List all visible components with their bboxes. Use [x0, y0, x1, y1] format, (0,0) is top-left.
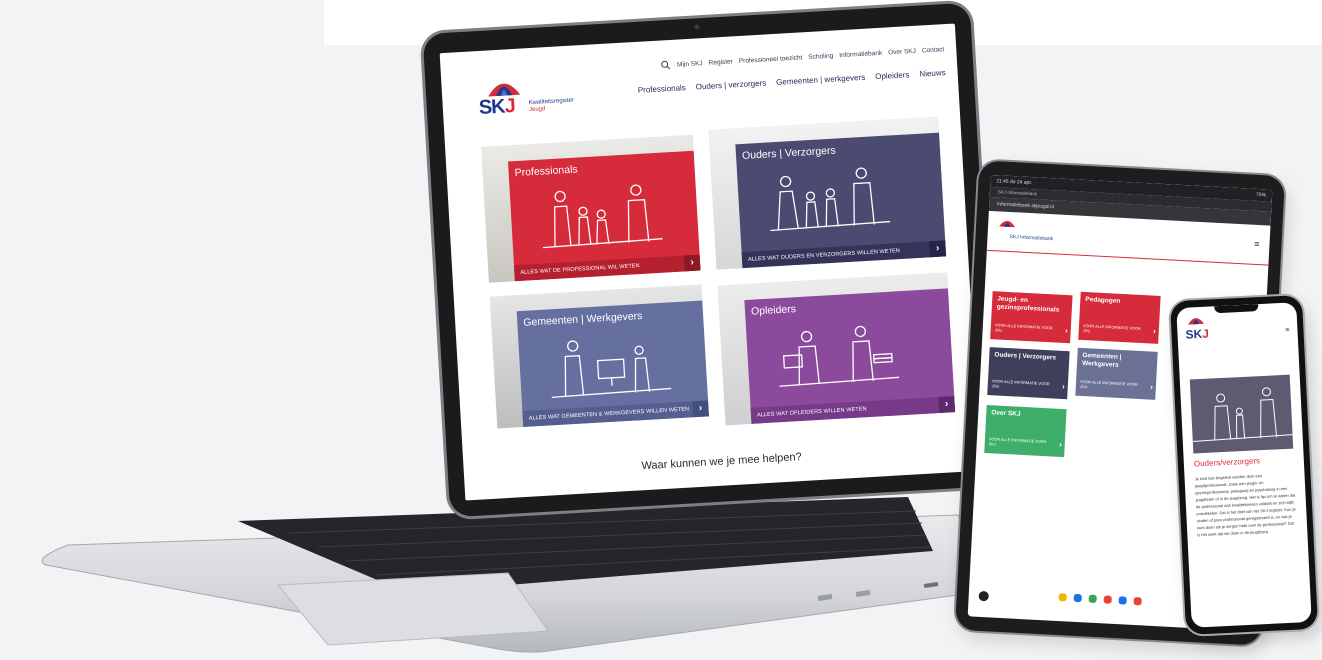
- tile-link[interactable]: ALLES WAT DE PROFESSIONAL WIL WETEN: [513, 254, 701, 282]
- chevron-right-icon[interactable]: ›: [692, 400, 709, 418]
- utility-link-scholing[interactable]: Scholing: [808, 52, 833, 60]
- logo-letters: SK: [1185, 326, 1203, 342]
- tablet-card-over-skj[interactable]: Over SKJ VOOR ALLE INFORMATIE OVER SKJ ›: [984, 405, 1067, 458]
- app-icon[interactable]: [1058, 593, 1067, 602]
- logo-letter-j: J: [1201, 326, 1210, 341]
- umbrella-icon: [999, 220, 1016, 228]
- chevron-right-icon[interactable]: ›: [938, 396, 956, 414]
- tablet-card-gemeenten[interactable]: Gemeenten | Werkgevers VOOR ALLE INFORMA…: [1075, 347, 1158, 400]
- nav-item-ouders[interactable]: Ouders | verzorgers: [695, 78, 766, 91]
- card-link: VOOR ALLE INFORMATIE OVER SKJ: [988, 437, 1047, 447]
- nav-item-nieuws[interactable]: Nieuws: [919, 68, 946, 78]
- hamburger-menu-icon[interactable]: ≡: [1254, 239, 1260, 249]
- app-icon[interactable]: [1073, 593, 1082, 603]
- card-link: VOOR ALLE INFORMATIE VOOR JOU: [994, 323, 1053, 333]
- tile-ouders[interactable]: Ouders | Verzorgers ALLES WAT OUDERS EN …: [708, 116, 947, 270]
- tile-title: Professionals: [514, 163, 578, 180]
- family-illustration: [1192, 387, 1293, 442]
- app-icon[interactable]: [1133, 596, 1142, 606]
- laptop-camera: [694, 24, 700, 30]
- phone-logo[interactable]: SKJ: [1185, 318, 1210, 344]
- promo-stage: SKJ Kwaliteitsregister Jeugd Mijn SKJ Re…: [0, 0, 1322, 660]
- office-illustration: [551, 340, 672, 398]
- chevron-right-icon: ›: [1061, 381, 1066, 392]
- card-title: Gemeenten | Werkgevers: [1081, 351, 1122, 369]
- umbrella-icon: [1188, 318, 1205, 325]
- family-illustration: [770, 167, 891, 232]
- chevron-right-icon: ›: [1149, 382, 1154, 392]
- hamburger-menu-icon[interactable]: ≡: [1285, 327, 1289, 334]
- nav-item-opleiders[interactable]: Opleiders: [875, 70, 910, 81]
- tile-professionals[interactable]: Professionals ALLES WAT DE PROFESSIONAL …: [481, 134, 701, 283]
- phone-device: SKJ ≡ Ouders/verzorgers Je kind kan bege…: [1169, 294, 1319, 636]
- tablet-card-pedagogen[interactable]: Pedagogen VOOR ALLE INFORMATIE VOOR JOU …: [1078, 291, 1161, 344]
- app-icon[interactable]: [1118, 596, 1127, 605]
- logo-letters: SK: [478, 95, 506, 120]
- tile-color-panel: Ouders | Verzorgers ALLES WAT OUDERS EN …: [735, 132, 947, 269]
- status-battery: 75%: [1255, 191, 1267, 199]
- app-dock: [1058, 593, 1142, 606]
- logo-letter-j: J: [503, 95, 516, 118]
- card-title: Pedagogen: [1085, 296, 1121, 305]
- utility-link-over-skj[interactable]: Over SKJ: [888, 47, 916, 56]
- phone-page-title: Ouders/verzorgers: [1193, 456, 1261, 469]
- tile-link[interactable]: ALLES WAT OPLEIDERS WILLEN WETEN: [750, 396, 956, 424]
- tablet-card-ouders[interactable]: Ouders | Verzorgers VOOR ALLE INFORMATIE…: [987, 347, 1070, 400]
- laptop-screen: SKJ Kwaliteitsregister Jeugd Mijn SKJ Re…: [439, 23, 981, 501]
- search-icon[interactable]: [661, 60, 672, 71]
- card-link: VOOR ALLE INFORMATIE VOOR JOU: [1079, 379, 1138, 390]
- phone-notch: [1214, 304, 1259, 314]
- logo-subtitle-red: Jeugd: [528, 106, 546, 114]
- tablet-card-jeugd[interactable]: Jeugd- en gezinsprofessionals VOOR ALLE …: [990, 291, 1073, 344]
- teacher-illustration: [779, 325, 900, 387]
- chevron-right-icon[interactable]: ›: [929, 240, 947, 258]
- card-title: Over SKJ: [991, 409, 1021, 418]
- tile-color-panel: Opleiders ALLES WAT OPLEIDERS WILLEN WET…: [744, 288, 956, 424]
- family-illustration: [542, 184, 663, 249]
- chevron-right-icon[interactable]: ›: [683, 254, 701, 272]
- main-nav: Professionals Ouders | verzorgers Gemeen…: [638, 68, 946, 95]
- logo-subtitle: Kwaliteitsregister: [528, 97, 575, 107]
- card-title: Jeugd- en gezinsprofessionals: [996, 295, 1060, 314]
- card-link: VOOR ALLE INFORMATIE VOOR JOU: [991, 379, 1050, 389]
- nav-item-professionals[interactable]: Professionals: [638, 83, 686, 95]
- tile-opleiders[interactable]: Opleiders ALLES WAT OPLEIDERS WILLEN WET…: [717, 272, 956, 426]
- tile-link[interactable]: ALLES WAT OUDERS EN VERZORGERS WILLEN WE…: [741, 240, 947, 269]
- chevron-right-icon: ›: [1058, 439, 1062, 450]
- tablet-logo-label[interactable]: SKJ Informatiebank: [1009, 234, 1053, 242]
- tile-title: Gemeenten | Werkgevers: [522, 309, 643, 329]
- utility-link-informatiebank[interactable]: Informatiebank: [839, 49, 882, 58]
- camera-button-icon[interactable]: [978, 590, 989, 602]
- nav-item-gemeenten[interactable]: Gemeenten | werkgevers: [776, 73, 866, 87]
- chevron-right-icon: ›: [1152, 326, 1157, 336]
- chevron-right-icon: ›: [1064, 326, 1068, 336]
- app-icon[interactable]: [1103, 595, 1112, 604]
- help-question: Waar kunnen we je mee helpen?: [641, 451, 803, 473]
- phone-body-text: Je kind kan begeleid worden door een jeu…: [1194, 473, 1296, 538]
- tile-gemeenten[interactable]: Gemeenten | Werkgevers ALLES WAT GEMEENT…: [489, 284, 709, 429]
- tile-link[interactable]: ALLES WAT GEMEENTEN & WERKGEVERS WILLEN …: [522, 400, 709, 428]
- skj-logo[interactable]: SKJ Kwaliteitsregister Jeugd: [477, 74, 574, 123]
- phone-hero-image: [1189, 374, 1294, 454]
- utility-nav: Mijn SKJ Register Professioneel toezicht…: [661, 44, 945, 70]
- utility-link-register[interactable]: Register: [708, 58, 733, 66]
- tile-title: Opleiders: [750, 303, 797, 318]
- utility-link-contact[interactable]: Contact: [922, 46, 945, 54]
- laptop-device: SKJ Kwaliteitsregister Jeugd Mijn SKJ Re…: [422, 2, 998, 518]
- utility-link-mijn-skj[interactable]: Mijn SKJ: [677, 60, 703, 68]
- tile-color-panel: Professionals ALLES WAT DE PROFESSIONAL …: [507, 150, 701, 282]
- tile-color-panel: Gemeenten | Werkgevers ALLES WAT GEMEENT…: [516, 300, 709, 428]
- app-icon[interactable]: [1088, 594, 1097, 604]
- tile-title: Ouders | Verzorgers: [741, 144, 837, 162]
- phone-screen: SKJ ≡ Ouders/verzorgers Je kind kan bege…: [1176, 302, 1312, 628]
- card-title: Ouders | Verzorgers: [994, 351, 1057, 362]
- utility-link-toezicht[interactable]: Professioneel toezicht: [739, 54, 803, 65]
- card-link: VOOR ALLE INFORMATIE VOOR JOU: [1082, 323, 1141, 334]
